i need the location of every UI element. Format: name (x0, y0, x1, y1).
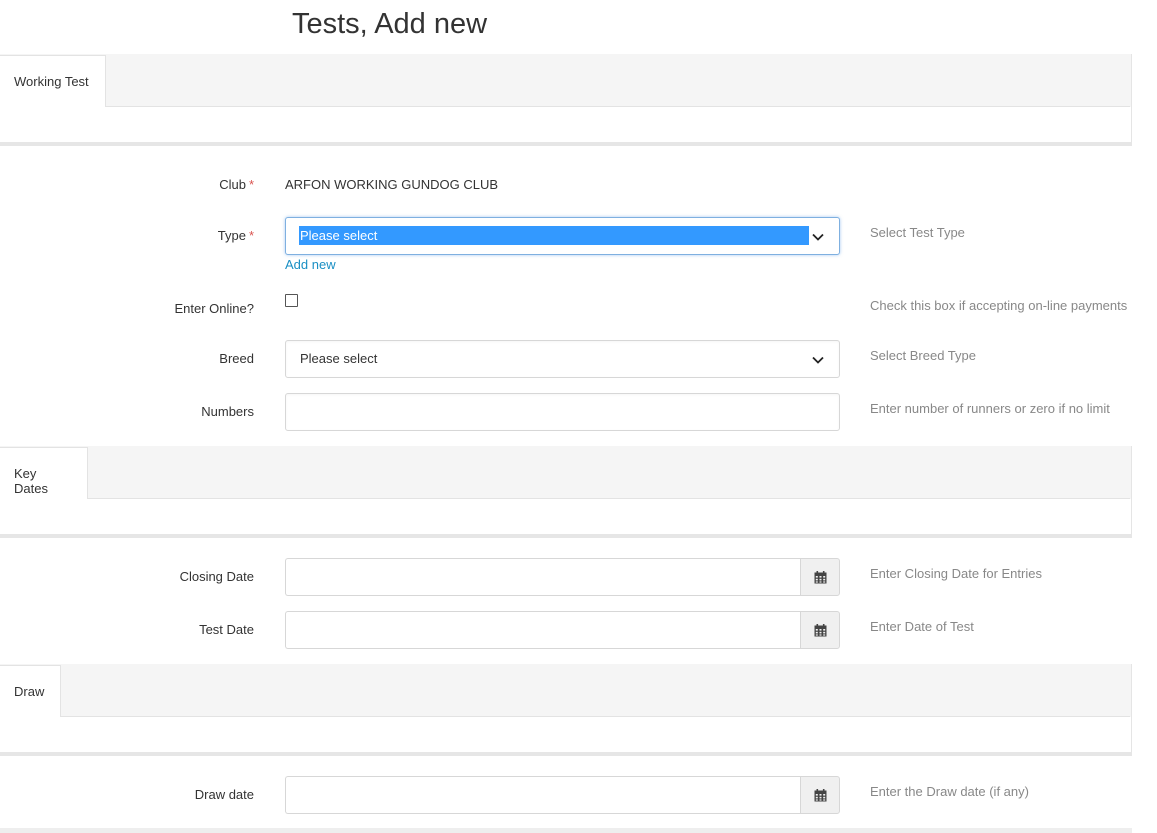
tab-key-dates[interactable]: Key Dates (0, 447, 88, 499)
draw-date-help: Enter the Draw date (if any) (870, 784, 1029, 799)
tab-draw[interactable]: Draw (0, 665, 61, 717)
breed-select-value: Please select (300, 351, 378, 366)
draw-tab-body (0, 717, 1132, 753)
calendar-icon (814, 571, 827, 584)
calendar-icon (814, 789, 827, 802)
chevron-down-icon (812, 356, 824, 364)
closing-date-picker-button[interactable] (800, 558, 840, 596)
club-label-text: Club (219, 177, 246, 192)
calendar-icon (814, 624, 827, 637)
breed-label: Breed (219, 351, 254, 366)
chevron-down-icon (812, 233, 824, 241)
type-select[interactable]: Please select (285, 217, 840, 255)
numbers-help: Enter number of runners or zero if no li… (870, 401, 1110, 416)
key-dates-tabbar (0, 446, 1132, 499)
working-test-section: Working Test (0, 54, 1132, 146)
closing-date-help: Enter Closing Date for Entries (870, 566, 1042, 581)
test-date-group (285, 611, 840, 649)
type-select-value: Please select (299, 226, 809, 245)
add-new-type-link[interactable]: Add new (285, 257, 336, 272)
enter-online-help: Check this box if accepting on-line paym… (870, 298, 1128, 313)
type-label: Type * (218, 228, 254, 243)
closing-date-label: Closing Date (179, 569, 254, 584)
test-date-picker-button[interactable] (800, 611, 840, 649)
numbers-input[interactable] (285, 393, 840, 431)
breed-select[interactable]: Please select (285, 340, 840, 378)
working-test-tabbar (0, 54, 1132, 107)
club-label: Club * (219, 177, 254, 192)
enter-online-checkbox[interactable] (285, 294, 298, 307)
draw-section: Draw (0, 664, 1132, 756)
required-marker: * (248, 177, 254, 192)
type-label-text: Type (217, 228, 246, 243)
page-title: Tests, Add new (292, 8, 488, 40)
section-divider (0, 828, 1132, 833)
working-test-tab-body (0, 107, 1132, 143)
section-divider (0, 142, 1132, 146)
key-dates-tab-body (0, 499, 1132, 535)
club-value: ARFON WORKING GUNDOG CLUB (285, 177, 499, 192)
closing-date-input[interactable] (285, 558, 801, 596)
closing-date-group (285, 558, 840, 596)
section-divider (0, 752, 1132, 756)
numbers-label: Numbers (201, 404, 254, 419)
draw-date-group (285, 776, 840, 814)
type-help: Select Test Type (870, 225, 965, 240)
test-date-input[interactable] (285, 611, 801, 649)
draw-date-label: Draw date (194, 787, 254, 802)
required-marker: * (248, 228, 254, 243)
test-date-label: Test Date (199, 622, 254, 637)
section-divider (0, 534, 1132, 538)
key-dates-section: Key Dates (0, 446, 1132, 538)
tab-working-test[interactable]: Working Test (0, 55, 106, 107)
draw-tabbar (0, 664, 1132, 717)
breed-help: Select Breed Type (870, 348, 976, 363)
draw-date-picker-button[interactable] (800, 776, 840, 814)
draw-date-input[interactable] (285, 776, 801, 814)
test-date-help: Enter Date of Test (870, 619, 974, 634)
enter-online-label: Enter Online? (174, 301, 255, 316)
